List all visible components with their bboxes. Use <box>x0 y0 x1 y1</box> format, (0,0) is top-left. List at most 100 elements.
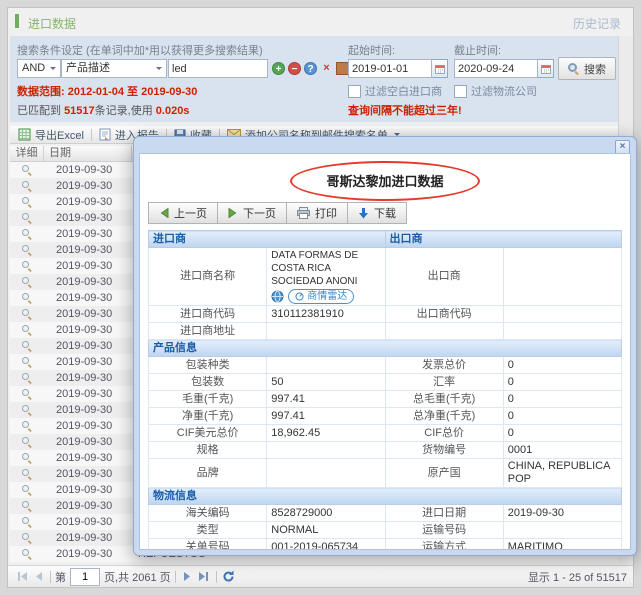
next-page-icon[interactable] <box>180 569 196 585</box>
magnifier-icon[interactable] <box>22 165 32 175</box>
row-detail-cell[interactable] <box>10 210 44 226</box>
help-icon[interactable]: ? <box>304 62 317 75</box>
product-rows: 包装种类发票总价0包装数50汇率0毛重(千克)997.41总毛重(千克)0净重(… <box>149 357 622 488</box>
exporter-code-label: 出口商代码 <box>385 306 503 323</box>
magnifier-icon[interactable] <box>22 325 32 335</box>
end-calendar-icon[interactable] <box>538 59 554 78</box>
magnifier-icon[interactable] <box>22 341 32 351</box>
first-page-icon[interactable] <box>14 569 30 585</box>
magnifier-icon[interactable] <box>22 437 32 447</box>
magnifier-icon[interactable] <box>22 357 32 367</box>
magnifier-icon[interactable] <box>22 469 32 479</box>
page-number-input[interactable] <box>70 568 100 586</box>
magnifier-icon[interactable] <box>22 421 32 431</box>
magnifier-icon[interactable] <box>22 533 32 543</box>
column-header-date[interactable]: 日期 <box>44 146 132 162</box>
row-detail-cell[interactable] <box>10 290 44 306</box>
print-button[interactable]: 打印 <box>286 202 348 224</box>
magnifier-icon[interactable] <box>22 549 32 559</box>
row-detail-cell[interactable] <box>10 226 44 242</box>
search-panel: 搜索条件设定 (在单词中加*用以获得更多搜索结果) AND 产品描述 + − ?… <box>10 36 618 122</box>
field-label: 品牌 <box>149 459 267 488</box>
magnifier-icon[interactable] <box>22 309 32 319</box>
magnifier-icon[interactable] <box>22 261 32 271</box>
row-detail-cell[interactable] <box>10 546 44 562</box>
magnifier-icon[interactable] <box>22 485 32 495</box>
magnifier-icon[interactable] <box>22 405 32 415</box>
business-radar-badge[interactable]: 商情雷达 <box>288 289 354 304</box>
magnifier-icon[interactable] <box>22 501 32 511</box>
filter-blank-importer-checkbox[interactable] <box>348 85 361 98</box>
download-button[interactable]: 下载 <box>347 202 407 224</box>
exporter-code <box>503 306 621 323</box>
row-detail-cell[interactable] <box>10 322 44 338</box>
row-detail-cell[interactable] <box>10 242 44 258</box>
globe-icon[interactable] <box>271 290 284 303</box>
export-excel-button[interactable]: 导出Excel <box>14 127 88 143</box>
magnifier-icon[interactable] <box>22 245 32 255</box>
row-detail-cell[interactable] <box>10 386 44 402</box>
row-date: 2019-09-30 <box>44 162 132 178</box>
row-detail-cell[interactable] <box>10 498 44 514</box>
row-date: 2019-09-30 <box>44 450 132 466</box>
last-page-icon[interactable] <box>196 569 212 585</box>
magnifier-icon[interactable] <box>22 213 32 223</box>
remove-condition-icon[interactable]: − <box>288 62 301 75</box>
display-info: 显示 1 - 25 of 51517 <box>528 569 627 585</box>
next-record-button[interactable]: 下一页 <box>217 202 287 224</box>
importer-addr-label: 进口商地址 <box>149 323 267 340</box>
field-label: 货物编号 <box>385 442 503 459</box>
app-window: 进口数据 历史记录 搜索条件设定 (在单词中加*用以获得更多搜索结果) AND … <box>0 0 641 595</box>
search-button[interactable]: 搜索 <box>558 57 616 80</box>
end-date-field <box>454 59 554 78</box>
row-detail-cell[interactable] <box>10 450 44 466</box>
field-select[interactable]: 产品描述 <box>61 59 167 78</box>
magnifier-icon[interactable] <box>22 277 32 287</box>
end-date-input[interactable] <box>454 59 538 78</box>
filter-logistics[interactable]: 过滤物流公司 <box>454 83 537 99</box>
history-link[interactable]: 历史记录 <box>573 15 621 32</box>
row-detail-cell[interactable] <box>10 178 44 194</box>
field-value: 0001 <box>503 442 621 459</box>
row-detail-cell[interactable] <box>10 402 44 418</box>
filter-blank-importer[interactable]: 过滤空白进口商 <box>348 83 442 99</box>
row-detail-cell[interactable] <box>10 338 44 354</box>
magnifier-icon[interactable] <box>22 389 32 399</box>
detail-row: 类型NORMAL运输号码 <box>149 522 622 539</box>
row-detail-cell[interactable] <box>10 162 44 178</box>
row-detail-cell[interactable] <box>10 194 44 210</box>
row-detail-cell[interactable] <box>10 370 44 386</box>
field-label: 进口日期 <box>385 505 503 522</box>
add-condition-icon[interactable]: + <box>272 62 285 75</box>
column-header-detail[interactable]: 详细 <box>10 146 44 162</box>
row-detail-cell[interactable] <box>10 274 44 290</box>
row-date: 2019-09-30 <box>44 274 132 290</box>
magnifier-icon[interactable] <box>22 181 32 191</box>
magnifier-icon[interactable] <box>22 373 32 383</box>
row-detail-cell[interactable] <box>10 354 44 370</box>
prev-page-icon[interactable] <box>30 569 46 585</box>
magnifier-icon[interactable] <box>22 197 32 207</box>
keyword-input[interactable] <box>168 59 268 78</box>
row-detail-cell[interactable] <box>10 466 44 482</box>
magnifier-icon[interactable] <box>22 517 32 527</box>
clear-icon[interactable]: × <box>320 62 333 75</box>
start-calendar-icon[interactable] <box>432 59 448 78</box>
row-detail-cell[interactable] <box>10 306 44 322</box>
row-detail-cell[interactable] <box>10 530 44 546</box>
field-value: 001-2019-065734 <box>267 539 385 551</box>
row-detail-cell[interactable] <box>10 434 44 450</box>
magnifier-icon[interactable] <box>22 229 32 239</box>
condition-icons: + − ? × <box>272 61 350 75</box>
start-date-input[interactable] <box>348 59 432 78</box>
row-detail-cell[interactable] <box>10 482 44 498</box>
refresh-icon[interactable] <box>221 569 237 585</box>
row-detail-cell[interactable] <box>10 514 44 530</box>
prev-record-button[interactable]: 上一页 <box>148 202 218 224</box>
row-detail-cell[interactable] <box>10 258 44 274</box>
row-detail-cell[interactable] <box>10 418 44 434</box>
magnifier-icon[interactable] <box>22 293 32 303</box>
filter-logistics-checkbox[interactable] <box>454 85 467 98</box>
magnifier-icon[interactable] <box>22 453 32 463</box>
operator-select[interactable]: AND <box>17 59 61 78</box>
